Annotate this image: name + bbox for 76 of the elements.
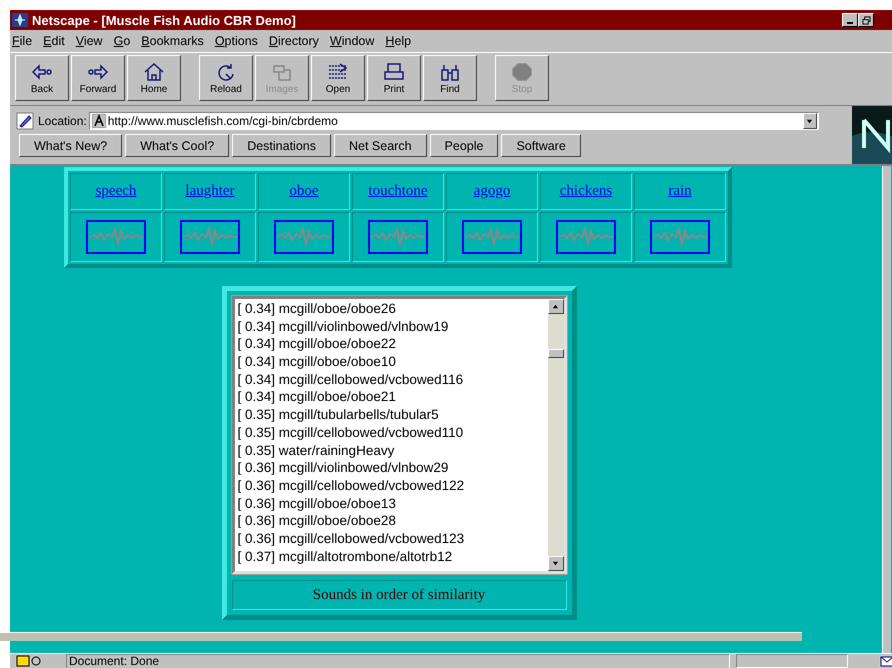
location-label: Location: [38, 113, 87, 130]
result-item[interactable]: [ 0.34] mcgill/violinbowed/vlnbow19 [238, 318, 544, 336]
mail-icon [880, 655, 892, 667]
waveform-thumbnail[interactable] [556, 220, 616, 254]
waveform-thumbnail[interactable] [86, 220, 146, 254]
back-arrow-icon [30, 62, 54, 82]
location-field[interactable]: http://www.musclefish.com/cgi-bin/cbrdemo [88, 112, 819, 130]
menu-item[interactable]: Window [330, 34, 374, 48]
result-item[interactable]: [ 0.36] mcgill/oboe/oboe28 [238, 512, 544, 530]
printer-icon [382, 62, 406, 82]
scroll-thumb[interactable] [548, 349, 564, 358]
throbber-logo [852, 106, 892, 164]
menu-item[interactable]: Bookmarks [141, 34, 204, 48]
toolbar-button[interactable]: Find [423, 55, 477, 101]
directory-button[interactable]: Software [501, 134, 581, 157]
sound-link[interactable]: agogo [474, 183, 510, 199]
restore-button[interactable] [858, 13, 874, 27]
result-item[interactable]: [ 0.35] mcgill/cellobowed/vcbowed110 [238, 424, 544, 442]
result-item[interactable]: [ 0.35] water/rainingHeavy [238, 442, 544, 460]
result-item[interactable]: [ 0.36] mcgill/cellobowed/vcbowed122 [238, 476, 544, 495]
window-title: Netscape - [Muscle Fish Audio CBR Demo] [32, 12, 297, 28]
result-item[interactable]: [ 0.36] mcgill/violinbowed/vlnbow29 [238, 459, 544, 477]
house-icon [142, 62, 166, 82]
result-item[interactable]: [ 0.36] mcgill/oboe/oboe13 [238, 494, 544, 512]
page-scrollbar[interactable] [882, 166, 891, 653]
results-caption: Sounds in order of similarity [232, 580, 566, 610]
menu-item[interactable]: Edit [43, 34, 65, 48]
menu-item[interactable]: Options [214, 34, 258, 48]
bookmark-icon[interactable] [16, 112, 34, 130]
results-list[interactable] [232, 296, 566, 574]
toolbar-button[interactable]: Back [15, 55, 69, 101]
toolbar-button[interactable]: Print [367, 55, 421, 101]
waveform-thumbnail[interactable] [462, 220, 522, 254]
minimize-icon [847, 22, 853, 24]
result-item[interactable]: [ 0.34] mcgill/cellobowed/vcbowed116 [238, 370, 544, 388]
directory-button[interactable]: Destinations [232, 134, 331, 157]
result-item[interactable]: [ 0.37] mcgill/altotrombone/altotrb12 [238, 548, 544, 566]
restore-icon [862, 16, 870, 24]
stop-icon [510, 62, 534, 82]
directory-button[interactable]: Net Search [334, 134, 427, 157]
waveform-thumbnail[interactable] [650, 220, 710, 254]
sound-link[interactable]: oboe [289, 183, 319, 199]
result-item[interactable]: [ 0.34] mcgill/oboe/oboe10 [238, 353, 544, 371]
result-item[interactable]: [ 0.36] mcgill/cellobowed/vcbowed123 [238, 530, 544, 548]
forward-arrow-icon [86, 62, 110, 82]
menu-item[interactable]: View [76, 34, 103, 48]
result-item[interactable]: [ 0.34] mcgill/oboe/oboe21 [238, 388, 544, 406]
page-proxy-icon [92, 114, 106, 128]
result-item[interactable]: [ 0.35] mcgill/tubularbells/tubular5 [238, 406, 544, 424]
open-icon [326, 62, 350, 82]
sound-link[interactable]: speech [96, 183, 136, 199]
up-arrow-icon [552, 303, 559, 310]
directory-button[interactable]: What's New? [19, 134, 122, 157]
directory-button[interactable]: What's Cool? [125, 134, 230, 157]
menu-item[interactable]: File [12, 34, 32, 48]
status-text: Document: Done [66, 654, 730, 668]
result-item[interactable]: [ 0.34] mcgill/oboe/oboe22 [238, 335, 544, 354]
directory-button[interactable]: People [430, 134, 498, 157]
minimize-button[interactable] [842, 13, 858, 27]
waveform-thumbnail[interactable] [368, 220, 428, 254]
app-icon [12, 13, 28, 27]
dropdown-arrow-icon [806, 118, 814, 124]
waveform-thumbnail[interactable] [180, 220, 240, 254]
waveform-thumbnail[interactable] [274, 220, 334, 254]
toolbar-button[interactable]: Forward [71, 55, 125, 101]
down-arrow-icon [552, 560, 559, 567]
menu-item[interactable]: Directory [268, 34, 319, 48]
menu-item[interactable]: Go [114, 34, 130, 48]
scroll-down-button[interactable] [548, 556, 564, 571]
menu-item[interactable]: Help [385, 34, 412, 48]
toolbar-button[interactable]: Open [311, 55, 365, 101]
toolbar-button[interactable]: Reload [199, 55, 253, 101]
scroll-up-button[interactable] [548, 299, 564, 314]
result-item[interactable]: [ 0.34] mcgill/oboe/oboe26 [238, 300, 544, 318]
sound-link[interactable]: rain [668, 183, 692, 199]
toolbar-button[interactable]: Home [127, 55, 181, 101]
